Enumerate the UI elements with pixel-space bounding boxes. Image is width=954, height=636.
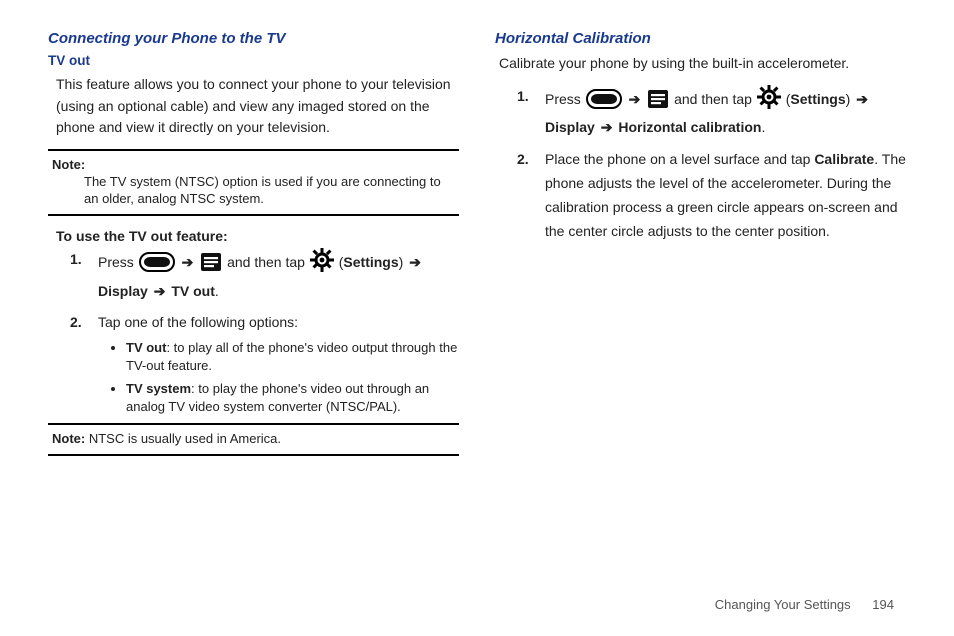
home-key-icon bbox=[139, 252, 175, 280]
right-column: Horizontal Calibration Calibrate your ph… bbox=[495, 30, 906, 468]
note-box: Note: NTSC is usually used in America. bbox=[48, 423, 459, 456]
period: . bbox=[215, 283, 219, 299]
page-footer: Changing Your Settings 194 bbox=[715, 597, 894, 612]
paren-close: ) bbox=[846, 91, 855, 107]
home-key-icon bbox=[586, 89, 622, 117]
period: . bbox=[761, 119, 765, 135]
step-item: Press ➔ and then tap (Settings) ➔ Displa… bbox=[511, 85, 906, 141]
manual-page: Connecting your Phone to the TV TV out T… bbox=[0, 0, 954, 636]
paren-close: ) bbox=[399, 254, 408, 270]
step-text: and then tap bbox=[674, 91, 756, 107]
bullet-label: TV system bbox=[126, 381, 191, 396]
step-text: Press bbox=[98, 254, 138, 270]
calibrate-label: Calibrate bbox=[814, 151, 874, 167]
page-number: 194 bbox=[872, 597, 894, 612]
hcal-label: Horizontal calibration bbox=[618, 119, 761, 135]
note-box: Note: The TV system (NTSC) option is use… bbox=[48, 149, 459, 216]
step-text: Place the phone on a level surface and t… bbox=[545, 151, 814, 167]
settings-label: Settings bbox=[343, 254, 398, 270]
instruction-heading: To use the TV out feature: bbox=[56, 228, 451, 244]
display-label: Display bbox=[545, 119, 595, 135]
intro-paragraph: Calibrate your phone by using the built-… bbox=[499, 53, 898, 75]
gear-icon bbox=[757, 85, 781, 117]
arrow-icon: ➔ bbox=[856, 88, 868, 112]
menu-key-icon bbox=[647, 89, 669, 117]
arrow-icon: ➔ bbox=[409, 251, 421, 275]
section-heading: Connecting your Phone to the TV bbox=[48, 30, 459, 47]
step-item: Press ➔ and then tap (Settings) ➔ Displa… bbox=[64, 248, 459, 304]
steps-list: Press ➔ and then tap (Settings) ➔ Displa… bbox=[511, 85, 906, 244]
intro-paragraph: This feature allows you to connect your … bbox=[56, 74, 451, 139]
left-column: Connecting your Phone to the TV TV out T… bbox=[48, 30, 459, 468]
note-label: Note: bbox=[52, 431, 85, 446]
sub-heading: TV out bbox=[48, 53, 459, 68]
step-item: Place the phone on a level surface and t… bbox=[511, 148, 906, 243]
arrow-icon: ➔ bbox=[182, 251, 194, 275]
note-text: The TV system (NTSC) option is used if y… bbox=[84, 174, 455, 208]
step-item: Tap one of the following options: TV out… bbox=[64, 311, 459, 415]
arrow-icon: ➔ bbox=[154, 280, 166, 304]
step-text: Press bbox=[545, 91, 585, 107]
steps-list: Press ➔ and then tap (Settings) ➔ Displa… bbox=[64, 248, 459, 416]
step-text: Tap one of the following options: bbox=[98, 314, 298, 330]
bullet-text: : to play all of the phone's video outpu… bbox=[126, 340, 457, 373]
note-text: NTSC is usually used in America. bbox=[85, 431, 281, 446]
note-label: Note: bbox=[52, 157, 85, 172]
section-heading: Horizontal Calibration bbox=[495, 30, 906, 47]
tvout-label: TV out bbox=[171, 283, 215, 299]
arrow-icon: ➔ bbox=[601, 116, 613, 140]
gear-icon bbox=[310, 248, 334, 280]
list-item: TV out: to play all of the phone's video… bbox=[126, 339, 459, 374]
bullet-list: TV out: to play all of the phone's video… bbox=[108, 339, 459, 415]
two-column-layout: Connecting your Phone to the TV TV out T… bbox=[48, 30, 906, 468]
bullet-label: TV out bbox=[126, 340, 166, 355]
menu-key-icon bbox=[200, 252, 222, 280]
list-item: TV system: to play the phone's video out… bbox=[126, 380, 459, 415]
step-text: and then tap bbox=[227, 254, 309, 270]
arrow-icon: ➔ bbox=[629, 88, 641, 112]
display-label: Display bbox=[98, 283, 148, 299]
footer-section-label: Changing Your Settings bbox=[715, 597, 851, 612]
settings-label: Settings bbox=[790, 91, 845, 107]
